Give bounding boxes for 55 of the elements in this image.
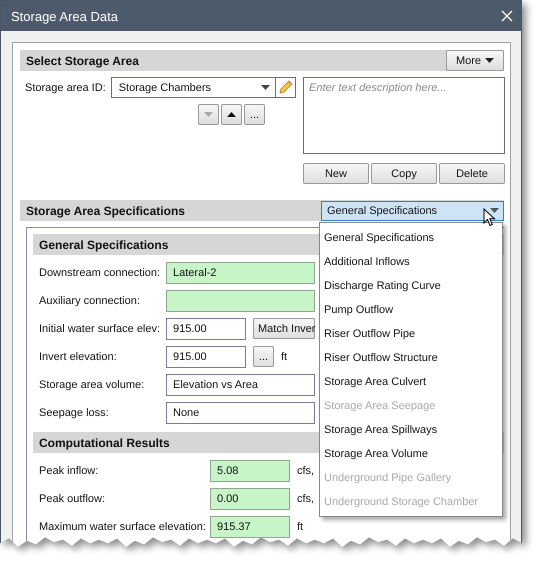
section-title: Select Storage Area <box>26 54 139 68</box>
section-title: General Specifications <box>39 238 168 252</box>
menu-item[interactable]: General Specifications <box>320 226 502 250</box>
field-label: Auxiliary connection: <box>39 294 141 306</box>
field-label: Peak outflow: <box>39 492 106 504</box>
more-button[interactable]: More <box>446 50 504 71</box>
menu-item[interactable]: Storage Area Volume <box>320 442 502 466</box>
unit-label: cfs, <box>297 464 314 476</box>
pencil-icon[interactable] <box>276 77 296 98</box>
select-field[interactable]: None <box>166 402 315 424</box>
menu-item[interactable]: Additional Inflows <box>320 250 502 274</box>
storage-area-dropdown[interactable]: Storage Chambers <box>110 77 276 98</box>
menu-item[interactable]: Riser Outflow Pipe <box>320 322 502 346</box>
result-field: 915.37 <box>210 516 290 538</box>
ellipsis-button[interactable]: ... <box>253 346 274 367</box>
description-field[interactable]: Enter text description here... <box>303 77 505 154</box>
result-field: 0.00 <box>210 488 290 510</box>
unit-label: ft <box>281 350 288 362</box>
connection-field[interactable] <box>166 290 315 312</box>
section-title: Computational Results <box>39 436 170 450</box>
caret-icon <box>485 58 494 63</box>
input-field[interactable]: 915.00 <box>166 346 246 368</box>
caret-icon <box>204 112 213 117</box>
field-label: Storage area ID: <box>25 82 106 94</box>
section-title: Storage Area Specifications <box>26 204 185 218</box>
unit-label: ft <box>297 520 304 532</box>
input-field[interactable]: 915.00 <box>166 318 246 340</box>
menu-item[interactable]: Storage Area Spillways <box>320 418 502 442</box>
window-title: Storage Area Data <box>11 8 118 24</box>
field-label: Downstream connection: <box>39 266 162 278</box>
connection-field[interactable]: Lateral-2 <box>166 262 315 284</box>
close-icon[interactable] <box>501 10 513 22</box>
specification-dropdown[interactable]: General Specifications <box>321 200 504 220</box>
field-label: Invert elevation: <box>39 350 118 362</box>
result-field: 5.08 <box>210 460 290 482</box>
action-button[interactable]: Copy <box>371 163 437 184</box>
menu-item[interactable]: Storage Area Culvert <box>320 370 502 394</box>
field-label: Seepage loss: <box>39 406 110 418</box>
action-button[interactable]: New <box>303 163 369 184</box>
caret-icon <box>490 208 499 213</box>
menu-item[interactable]: Pump Outflow <box>320 298 502 322</box>
select-field[interactable]: Elevation vs Area <box>166 374 315 396</box>
field-label: Initial water surface elev: <box>39 322 162 334</box>
ellipsis-button[interactable]: ... <box>244 104 265 125</box>
field-label: Maximum water surface elevation: <box>39 520 207 532</box>
caret-icon <box>260 85 270 90</box>
menu-item[interactable]: Riser Outflow Structure <box>320 346 502 370</box>
menu-item[interactable]: Discharge Rating Curve <box>320 274 502 298</box>
caret-icon <box>227 112 236 117</box>
field-label: Peak inflow: <box>39 464 100 476</box>
field-label: Storage area volume: <box>39 378 146 390</box>
action-button[interactable]: Delete <box>439 163 505 184</box>
unit-label: cfs, <box>297 492 314 504</box>
move-up-button[interactable] <box>221 104 242 125</box>
match-button[interactable]: Match Inver <box>253 318 315 339</box>
